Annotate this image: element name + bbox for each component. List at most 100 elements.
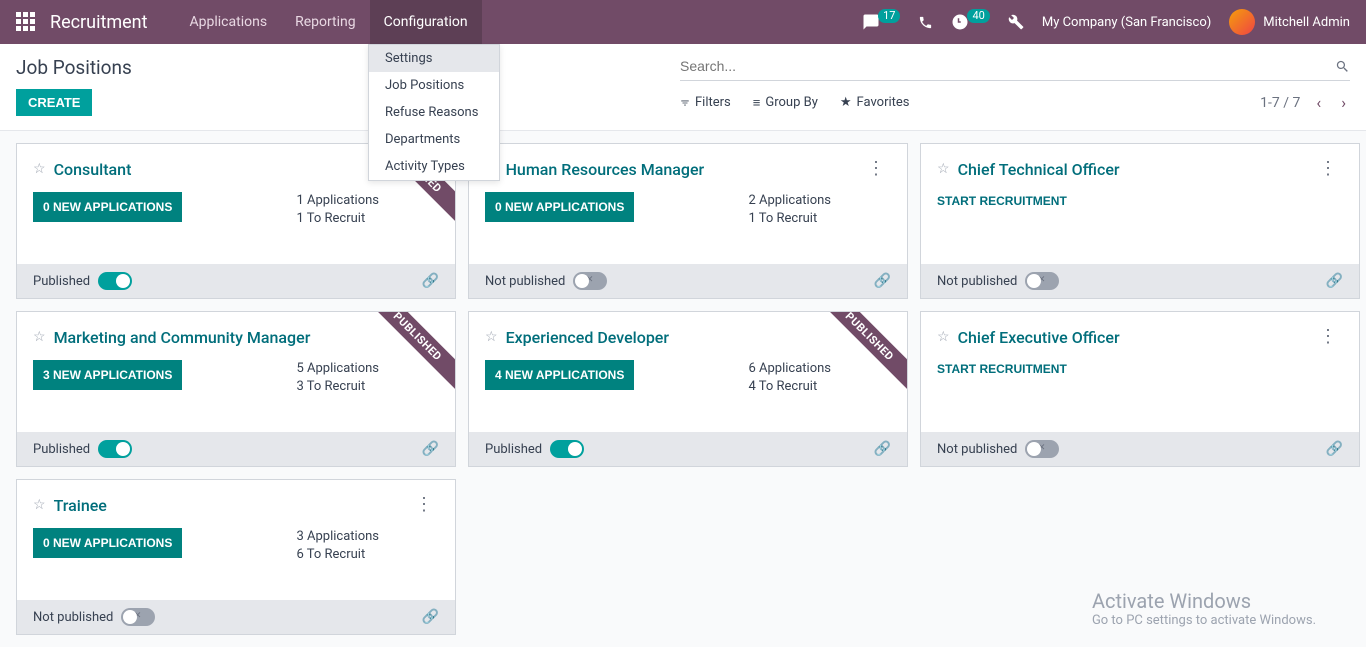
favorite-star-icon[interactable]: ☆ bbox=[937, 329, 950, 345]
card-footer: Not published ✕ 🔗 bbox=[469, 264, 907, 298]
favorite-star-icon[interactable]: ☆ bbox=[937, 161, 950, 177]
publish-label: Not published bbox=[33, 610, 113, 625]
clock-badge: 40 bbox=[967, 9, 989, 23]
avatar bbox=[1229, 9, 1255, 35]
card-title[interactable]: Chief Technical Officer bbox=[958, 160, 1120, 179]
filter-icon bbox=[680, 98, 690, 108]
filters-button[interactable]: Filters bbox=[680, 95, 731, 111]
link-icon[interactable]: 🔗 bbox=[1326, 273, 1343, 289]
publish-label: Not published bbox=[485, 274, 565, 289]
card-menu-icon[interactable]: ⋮ bbox=[1313, 326, 1343, 348]
card-stats: 5 Applications3 To Recruit bbox=[296, 360, 439, 396]
clock-icon[interactable]: 40 bbox=[951, 13, 989, 31]
search-input[interactable] bbox=[680, 54, 1335, 78]
control-panel: Job Positions CREATE Filters ≡Group By ★… bbox=[0, 44, 1366, 130]
user-menu[interactable]: Mitchell Admin bbox=[1229, 9, 1350, 35]
watermark: Activate Windows Go to PC settings to ac… bbox=[1092, 589, 1316, 628]
publish-toggle[interactable]: ✕ bbox=[573, 272, 607, 290]
dd-refuse-reasons[interactable]: Refuse Reasons bbox=[369, 99, 499, 126]
favorites-button[interactable]: ★Favorites bbox=[840, 95, 910, 111]
card-menu-icon[interactable]: ⋮ bbox=[409, 494, 439, 516]
favorite-star-icon[interactable]: ☆ bbox=[485, 329, 498, 345]
publish-toggle[interactable]: ✕ bbox=[1025, 272, 1059, 290]
phone-icon[interactable] bbox=[918, 15, 933, 30]
new-applications-button[interactable]: 4 NEW APPLICATIONS bbox=[485, 360, 634, 390]
star-icon: ★ bbox=[840, 95, 852, 110]
kanban-card[interactable]: PUBLISHED ☆ Marketing and Community Mana… bbox=[16, 311, 456, 467]
group-by-button[interactable]: ≡Group By bbox=[753, 95, 818, 111]
kanban-card[interactable]: ☆ Trainee ⋮ 0 NEW APPLICATIONS 3 Applicat… bbox=[16, 479, 456, 635]
apps-icon[interactable] bbox=[16, 12, 36, 32]
card-title[interactable]: Marketing and Community Manager bbox=[54, 328, 311, 347]
nav-applications[interactable]: Applications bbox=[176, 0, 282, 44]
card-stats: 1 Applications1 To Recruit bbox=[296, 192, 439, 228]
publish-label: Published bbox=[33, 442, 90, 457]
pager-next[interactable]: › bbox=[1337, 89, 1350, 116]
publish-toggle[interactable]: ✓ bbox=[550, 440, 584, 458]
kanban-card[interactable]: PUBLISHED ☆ Experienced Developer ⋮ 4 NE… bbox=[468, 311, 908, 467]
start-recruitment-button[interactable]: START RECRUITMENT bbox=[937, 192, 1067, 210]
link-icon[interactable]: 🔗 bbox=[422, 441, 439, 457]
kanban-card[interactable]: ☆ Chief Executive Officer ⋮ START RECRUI… bbox=[920, 311, 1360, 467]
new-applications-button[interactable]: 3 NEW APPLICATIONS bbox=[33, 360, 182, 390]
favorite-star-icon[interactable]: ☆ bbox=[33, 161, 46, 177]
publish-toggle[interactable]: ✓ bbox=[98, 440, 132, 458]
card-menu-icon[interactable]: ⋮ bbox=[861, 158, 891, 180]
card-menu-icon[interactable]: ⋮ bbox=[1313, 158, 1343, 180]
nav-reporting[interactable]: Reporting bbox=[281, 0, 370, 44]
publish-toggle[interactable]: ✓ bbox=[98, 272, 132, 290]
favorite-star-icon[interactable]: ☆ bbox=[33, 329, 46, 345]
publish-label: Published bbox=[33, 274, 90, 289]
messages-badge: 17 bbox=[878, 9, 900, 23]
link-icon[interactable]: 🔗 bbox=[422, 609, 439, 625]
kanban-view: PUBLISHED ☆ Consultant ⋮ 0 NEW APPLICATI… bbox=[0, 130, 1366, 647]
kanban-card[interactable]: ☆ Chief Technical Officer ⋮ START RECRUI… bbox=[920, 143, 1360, 299]
dd-departments[interactable]: Departments bbox=[369, 126, 499, 153]
company-select[interactable]: My Company (San Francisco) bbox=[1042, 15, 1211, 30]
card-title[interactable]: Human Resources Manager bbox=[506, 160, 705, 179]
tools-icon[interactable] bbox=[1008, 14, 1024, 30]
card-stats: 3 Applications6 To Recruit bbox=[296, 528, 439, 564]
card-stats: 2 Applications1 To Recruit bbox=[748, 192, 891, 228]
brand[interactable]: Recruitment bbox=[50, 12, 148, 33]
dd-job-positions[interactable]: Job Positions bbox=[369, 72, 499, 99]
start-recruitment-button[interactable]: START RECRUITMENT bbox=[937, 360, 1067, 378]
page-title: Job Positions bbox=[16, 56, 132, 79]
card-footer: Not published ✕ 🔗 bbox=[921, 264, 1359, 298]
publish-label: Not published bbox=[937, 442, 1017, 457]
messages-icon[interactable]: 17 bbox=[862, 13, 900, 31]
new-applications-button[interactable]: 0 NEW APPLICATIONS bbox=[485, 192, 634, 222]
link-icon[interactable]: 🔗 bbox=[1326, 441, 1343, 457]
card-footer: Published ✓ 🔗 bbox=[469, 432, 907, 466]
link-icon[interactable]: 🔗 bbox=[422, 273, 439, 289]
dd-settings[interactable]: Settings bbox=[369, 45, 499, 72]
user-name: Mitchell Admin bbox=[1263, 15, 1350, 30]
publish-label: Not published bbox=[937, 274, 1017, 289]
card-footer: Published ✓ 🔗 bbox=[17, 264, 455, 298]
publish-toggle[interactable]: ✕ bbox=[121, 608, 155, 626]
navbar: Recruitment Applications Reporting Confi… bbox=[0, 0, 1366, 44]
card-footer: Published ✓ 🔗 bbox=[17, 432, 455, 466]
publish-toggle[interactable]: ✕ bbox=[1025, 440, 1059, 458]
card-title[interactable]: Experienced Developer bbox=[506, 328, 669, 347]
config-dropdown: Settings Job Positions Refuse Reasons De… bbox=[368, 44, 500, 181]
link-icon[interactable]: 🔗 bbox=[874, 273, 891, 289]
search-icon[interactable] bbox=[1335, 59, 1350, 74]
dd-activity-types[interactable]: Activity Types bbox=[369, 153, 499, 180]
search-bar[interactable] bbox=[680, 54, 1350, 81]
pager-prev[interactable]: ‹ bbox=[1312, 89, 1325, 116]
list-icon: ≡ bbox=[753, 95, 761, 111]
kanban-card[interactable]: ☆ Human Resources Manager ⋮ 0 NEW APPLIC… bbox=[468, 143, 908, 299]
card-title[interactable]: Trainee bbox=[54, 496, 107, 515]
favorite-star-icon[interactable]: ☆ bbox=[33, 497, 46, 513]
pager-count: 1-7 / 7 bbox=[1260, 95, 1300, 111]
card-title[interactable]: Chief Executive Officer bbox=[958, 328, 1120, 347]
create-button[interactable]: CREATE bbox=[16, 89, 92, 116]
card-title[interactable]: Consultant bbox=[54, 160, 132, 179]
card-footer: Not published ✕ 🔗 bbox=[921, 432, 1359, 466]
link-icon[interactable]: 🔗 bbox=[874, 441, 891, 457]
nav-configuration[interactable]: Configuration bbox=[370, 0, 482, 44]
new-applications-button[interactable]: 0 NEW APPLICATIONS bbox=[33, 192, 182, 222]
new-applications-button[interactable]: 0 NEW APPLICATIONS bbox=[33, 528, 182, 558]
pager: 1-7 / 7 ‹ › bbox=[1260, 89, 1350, 116]
